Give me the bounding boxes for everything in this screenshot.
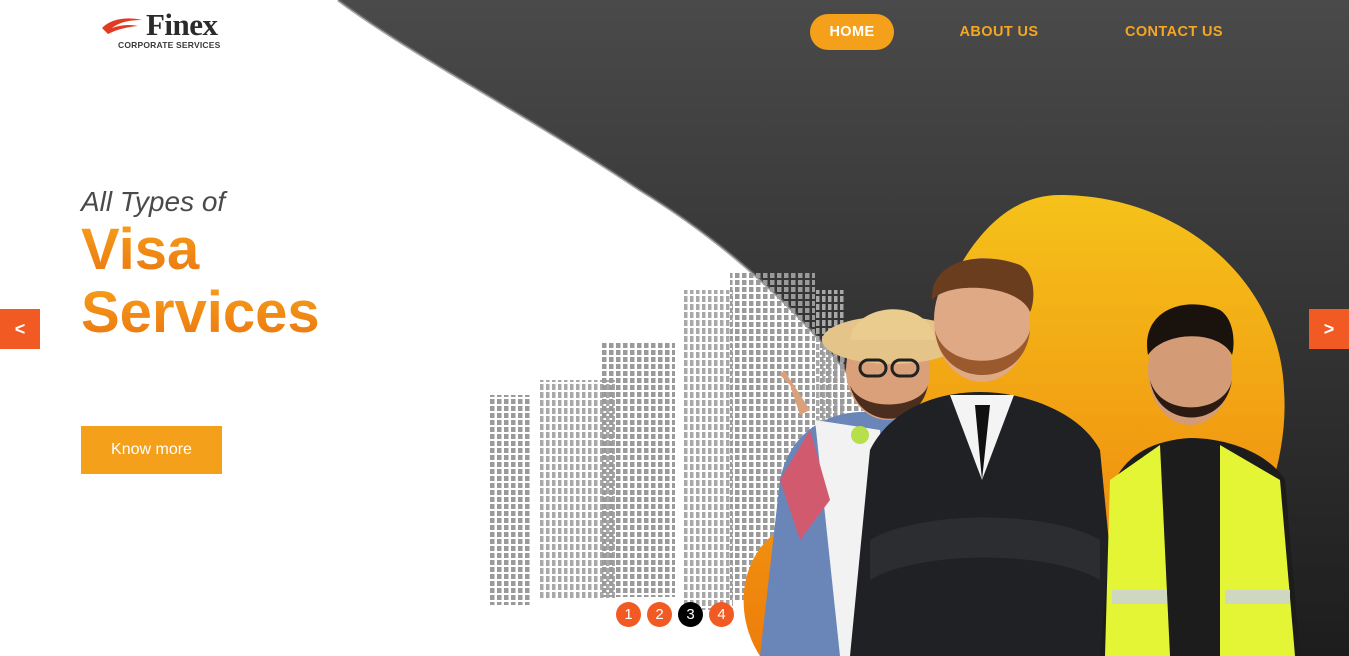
slide-dot-3[interactable]: 3 — [678, 602, 703, 627]
hero-title-line2: Services — [81, 280, 320, 345]
hero-title-line1: Visa — [81, 217, 320, 283]
swoosh-icon — [102, 18, 142, 34]
prev-slide-button[interactable]: < — [0, 309, 40, 349]
slide-dot-1[interactable]: 1 — [616, 602, 641, 627]
hero-slider: Finex CORPORATE SERVICES HOME ABOUT US C… — [0, 0, 1349, 656]
team-photo — [760, 258, 1300, 656]
logo-name: Finex — [146, 7, 218, 42]
slide-dot-4[interactable]: 4 — [709, 602, 734, 627]
logo-tagline: CORPORATE SERVICES — [118, 40, 221, 50]
hero-kicker: All Types of — [81, 186, 226, 217]
logo[interactable]: Finex CORPORATE SERVICES — [100, 7, 250, 52]
person-right — [1100, 304, 1300, 656]
slide-dot-2[interactable]: 2 — [647, 602, 672, 627]
nav-about-us[interactable]: ABOUT US — [958, 14, 1040, 50]
nav-home[interactable]: HOME — [810, 14, 894, 50]
know-more-button[interactable]: Know more — [81, 426, 222, 474]
nav-contact-us[interactable]: CONTACT US — [1122, 14, 1226, 50]
hero-headline: All Types of Visa Services — [81, 184, 320, 346]
